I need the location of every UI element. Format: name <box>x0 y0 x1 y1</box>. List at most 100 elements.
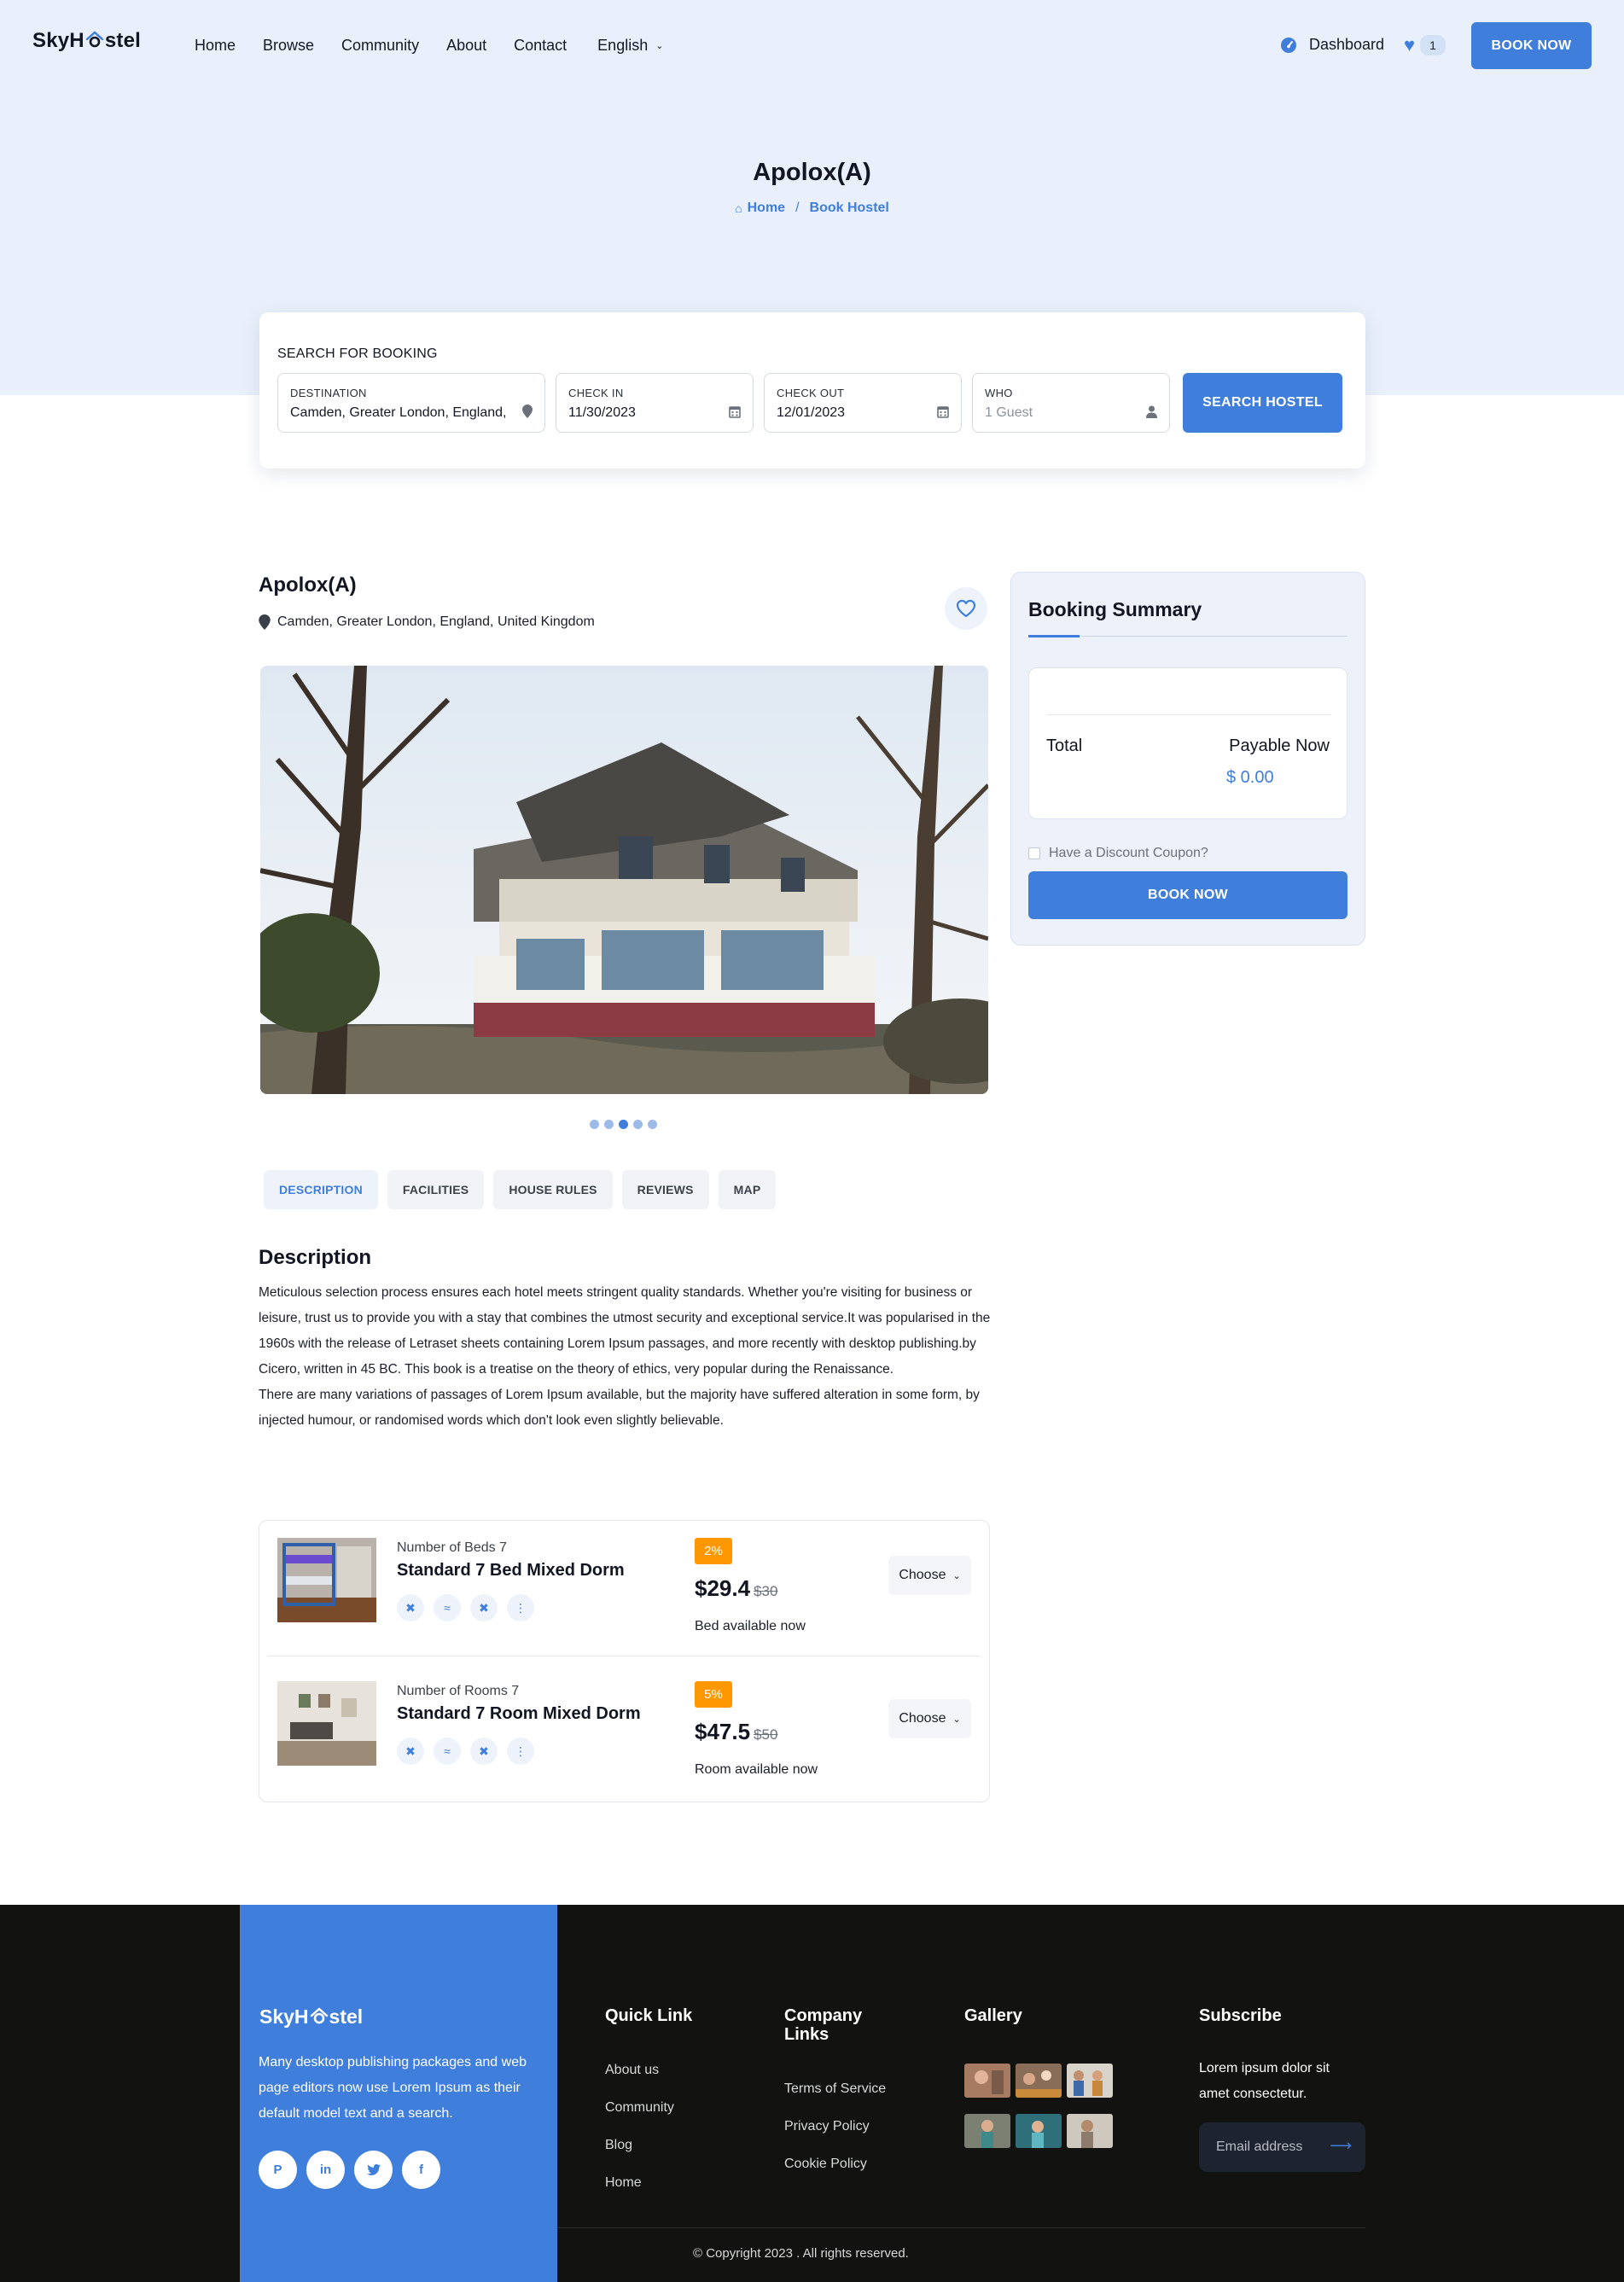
breadcrumb-separator: / <box>795 201 800 215</box>
language-select[interactable]: English ⌄ <box>597 37 663 55</box>
pinterest-icon[interactable]: P <box>259 2151 297 2189</box>
chevron-down-icon: ⌄ <box>655 41 664 51</box>
site-logo[interactable]: SkyH stel <box>32 29 141 53</box>
page-title: Apolox(A) <box>753 159 871 186</box>
footer-link-privacy[interactable]: Privacy Policy <box>784 2119 870 2134</box>
footer-link-about-us[interactable]: About us <box>605 2063 659 2078</box>
arrow-right-icon[interactable]: ⟶ <box>1330 2137 1352 2155</box>
who-label: WHO <box>985 387 1013 399</box>
breadcrumb: ⌂ Home / Book Hostel <box>0 201 1624 216</box>
discount-coupon-toggle[interactable]: Have a Discount Coupon? <box>1028 846 1208 861</box>
quick-link-title: Quick Link <box>605 2006 693 2025</box>
house-logo-icon <box>85 31 104 48</box>
linkedin-icon[interactable]: in <box>306 2151 345 2189</box>
amenity-icons: ✖ ≈ ✖ ⋮ <box>397 1738 544 1765</box>
footer-link-terms[interactable]: Terms of Service <box>784 2081 886 2097</box>
book-now-button[interactable]: BOOK NOW <box>1471 22 1592 69</box>
divider <box>557 2227 1365 2228</box>
check-in-label: CHECK IN <box>568 387 624 399</box>
check-in-field[interactable]: CHECK IN 11/30/2023 <box>556 373 754 433</box>
carousel-dot[interactable] <box>633 1120 643 1129</box>
social-links: P in f <box>259 2151 450 2189</box>
carousel-dot[interactable] <box>648 1120 657 1129</box>
footer-link-community[interactable]: Community <box>605 2100 674 2116</box>
logo-text-left: SkyH <box>32 29 84 52</box>
more-vertical-icon[interactable]: ⋮ <box>507 1738 534 1765</box>
nav-community[interactable]: Community <box>341 37 419 55</box>
gallery-thumbnail[interactable] <box>1067 2064 1113 2098</box>
property-name: Apolox(A) <box>259 573 357 597</box>
wifi-icon: ≈ <box>434 1738 461 1765</box>
dashboard-link[interactable]: Dashboard <box>1280 36 1384 54</box>
more-vertical-icon[interactable]: ⋮ <box>507 1594 534 1621</box>
destination-field[interactable]: DESTINATION Camden, Greater London, Engl… <box>277 373 545 433</box>
footer-logo[interactable]: SkyH stel <box>259 2005 363 2029</box>
payable-amount: $ 0.00 <box>1226 768 1274 787</box>
footer-brand-panel: SkyH stel Many desktop publishing packag… <box>240 1905 557 2282</box>
guests-field[interactable]: WHO 1 Guest <box>972 373 1170 433</box>
carousel-dot[interactable] <box>604 1120 614 1129</box>
footer-link-blog[interactable]: Blog <box>605 2138 632 2153</box>
footer-link-home[interactable]: Home <box>605 2175 642 2191</box>
nav-about[interactable]: About <box>446 37 486 55</box>
gallery-thumbnail[interactable] <box>1067 2114 1113 2148</box>
copyright-text: © Copyright 2023 . All rights reserved. <box>693 2246 909 2261</box>
check-out-value: 12/01/2023 <box>777 405 846 420</box>
tab-reviews[interactable]: REVIEWS <box>621 1170 709 1209</box>
breadcrumb-home[interactable]: Home <box>748 201 785 216</box>
description-paragraph: There are many variations of passages of… <box>259 1388 980 1428</box>
carousel-dots <box>590 1120 662 1129</box>
language-label: English <box>597 37 649 54</box>
hostel-photo[interactable] <box>260 666 988 1094</box>
tab-facilities[interactable]: FACILITIES <box>387 1170 485 1209</box>
discount-badge: 5% <box>695 1681 732 1708</box>
check-out-field[interactable]: CHECK OUT 12/01/2023 <box>764 373 962 433</box>
twitter-icon[interactable] <box>354 2151 393 2189</box>
choose-label: Choose <box>899 1568 946 1582</box>
summary-book-now-button[interactable]: BOOK NOW <box>1028 871 1348 919</box>
coupon-checkbox[interactable] <box>1028 847 1040 859</box>
wishlist-button[interactable]: ♥ 1 <box>1404 35 1446 55</box>
gallery-title: Gallery <box>964 2006 1022 2025</box>
gallery-thumbnail[interactable] <box>1016 2064 1062 2098</box>
carousel-dot[interactable] <box>590 1120 599 1129</box>
choose-dropdown[interactable]: Choose ⌄ <box>888 1556 971 1595</box>
amenity-icons: ✖ ≈ ✖ ⋮ <box>397 1594 544 1621</box>
restaurant-icon: ✖ <box>397 1594 424 1621</box>
search-hostel-button[interactable]: SEARCH HOSTEL <box>1183 373 1342 433</box>
room-thumbnail <box>277 1681 376 1766</box>
nav-home[interactable]: Home <box>195 37 236 55</box>
search-booking-card: SEARCH FOR BOOKING DESTINATION Camden, G… <box>259 312 1365 469</box>
destination-label: DESTINATION <box>290 387 367 399</box>
check-out-label: CHECK OUT <box>777 387 845 399</box>
favorite-button[interactable] <box>945 587 987 630</box>
room-price: $47.5 $50 <box>695 1719 777 1745</box>
restaurant-icon: ✖ <box>397 1738 424 1765</box>
nav-browse[interactable]: Browse <box>263 37 314 55</box>
heart-icon: ♥ <box>1404 34 1416 55</box>
choose-dropdown[interactable]: Choose ⌄ <box>888 1699 971 1738</box>
room-name: Standard 7 Room Mixed Dorm <box>397 1704 641 1723</box>
footer-link-cookie[interactable]: Cookie Policy <box>784 2157 867 2172</box>
gallery-thumbnail[interactable] <box>964 2064 1010 2098</box>
carousel-dot-active[interactable] <box>619 1120 628 1129</box>
tab-house-rules[interactable]: HOUSE RULES <box>493 1170 613 1209</box>
email-placeholder: Email address <box>1216 2139 1303 2154</box>
map-pin-icon <box>259 614 271 630</box>
property-tabs: DESCRIPTION FACILITIES HOUSE RULES REVIE… <box>264 1170 785 1209</box>
nav-contact[interactable]: Contact <box>514 37 567 55</box>
divider <box>1046 714 1331 715</box>
gallery-thumbnail[interactable] <box>964 2114 1010 2148</box>
restaurant-icon: ✖ <box>470 1594 498 1621</box>
logo-text-right: stel <box>104 29 141 52</box>
restaurant-icon: ✖ <box>470 1738 498 1765</box>
summary-totals-box: Total Payable Now $ 0.00 <box>1028 667 1348 819</box>
tab-map[interactable]: MAP <box>718 1170 777 1209</box>
facebook-icon[interactable]: f <box>402 2151 440 2189</box>
heart-outline-icon <box>956 599 976 618</box>
logo-text-left: SkyH <box>259 2005 309 2028</box>
tab-description[interactable]: DESCRIPTION <box>264 1170 378 1209</box>
email-subscribe-input[interactable]: Email address ⟶ <box>1199 2122 1365 2172</box>
gallery-thumbnail[interactable] <box>1016 2114 1062 2148</box>
logo-text-right: stel <box>329 2005 364 2028</box>
